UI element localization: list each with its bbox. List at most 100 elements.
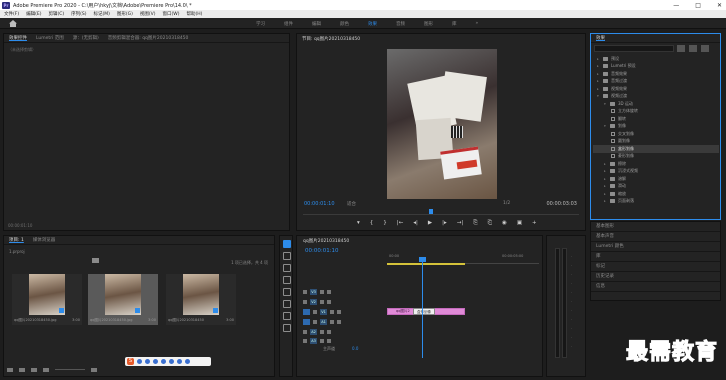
project-item[interactable]: qq图片20210318450.jpg 3:00 — [12, 274, 82, 325]
effects-folder[interactable]: ▾ 3D 运动 — [593, 100, 719, 108]
panel-markers[interactable]: 标记 — [591, 262, 720, 272]
program-scrub-bar[interactable] — [303, 209, 579, 215]
menu-sequence[interactable]: 序列(S) — [71, 11, 86, 17]
effects-folder[interactable]: ▸ 滑动 — [593, 183, 719, 191]
effects-folder[interactable]: ▸ 擦除 — [593, 160, 719, 168]
tab-lumetri-scopes[interactable]: Lumetri 范围 — [36, 35, 64, 41]
ime-voice-icon[interactable] — [161, 359, 166, 364]
ime-emoji-icon[interactable] — [153, 359, 158, 364]
sync-lock-icon[interactable] — [320, 290, 324, 294]
menu-window[interactable]: 窗口(W) — [163, 11, 180, 17]
effects-folder[interactable]: ▾ 视频过渡 — [593, 93, 719, 101]
track-label[interactable]: A1 — [320, 319, 327, 325]
track-label[interactable]: A3 — [310, 338, 317, 344]
ime-punctuation-icon[interactable] — [145, 359, 150, 364]
list-view-icon[interactable] — [19, 367, 25, 372]
track-label[interactable]: A2 — [310, 329, 317, 335]
effects-folder[interactable]: ▸ 缩放 — [593, 190, 719, 198]
effects-folder[interactable]: ▸ 音频效果 — [593, 70, 719, 78]
workspace-tab-editing[interactable]: 编辑 — [312, 21, 321, 27]
menu-edit[interactable]: 编辑(E) — [26, 11, 41, 17]
effects-folder[interactable]: ▸ 溶解 — [593, 175, 719, 183]
source-patch-icon[interactable] — [303, 319, 310, 325]
menu-graphics[interactable]: 图形(G) — [117, 11, 133, 17]
workspace-tab-audio[interactable]: 音频 — [396, 21, 405, 27]
workspace-tab-libraries[interactable]: 库 — [452, 21, 457, 27]
sequence-tab[interactable]: qq图片20210318450 — [303, 238, 349, 244]
minimize-button[interactable]: — — [673, 2, 679, 9]
playback-resolution-select[interactable]: 1/2 — [503, 201, 510, 206]
track-header[interactable]: V1 — [303, 308, 383, 316]
hand-tool-icon[interactable] — [283, 312, 291, 320]
input-method-toolbar[interactable]: S — [125, 357, 211, 366]
mute-icon[interactable] — [320, 339, 324, 343]
timeline-timecode[interactable]: 00:00:01:10 — [305, 248, 339, 254]
effects-folder[interactable]: ▸ 页面剥落 — [593, 198, 719, 206]
maximize-button[interactable]: □ — [695, 2, 701, 9]
menu-view[interactable]: 视图(V) — [140, 11, 156, 17]
sogou-icon[interactable]: S — [127, 358, 134, 365]
menu-help[interactable]: 帮助(H) — [186, 11, 202, 17]
effect-item[interactable]: 立方体旋转 — [593, 108, 719, 116]
project-item[interactable]: qq图片20210318450.jpg 3:00 — [88, 274, 158, 325]
effects-panel-title[interactable]: 效果 — [596, 35, 605, 41]
button-editor-button[interactable]: + — [532, 220, 537, 227]
go-to-out-button[interactable]: →| — [457, 220, 463, 227]
ime-skin-icon[interactable] — [177, 359, 182, 364]
selection-tool-icon[interactable] — [283, 240, 291, 248]
slip-tool-icon[interactable] — [283, 288, 291, 296]
ime-keyboard-icon[interactable] — [169, 359, 174, 364]
lock-icon[interactable] — [303, 290, 307, 294]
track-header[interactable]: V3 — [303, 288, 383, 296]
pen-tool-icon[interactable] — [283, 300, 291, 308]
effects-folder[interactable]: ▸ 音频过渡 — [593, 78, 719, 86]
transition-box-wipe[interactable]: 盒形划像 — [413, 308, 435, 315]
program-video-frame[interactable] — [387, 49, 497, 199]
project-item[interactable]: qq图片20210318450 3:00 — [166, 274, 236, 325]
sort-icons-icon[interactable] — [91, 367, 97, 372]
tab-project[interactable]: 项目: 1 — [9, 237, 24, 243]
step-forward-button[interactable]: |▸ — [442, 220, 447, 227]
add-marker-button[interactable]: ▾ — [357, 220, 360, 227]
timeline-playhead[interactable] — [419, 257, 426, 262]
menu-file[interactable]: 文件(F) — [4, 11, 19, 17]
effect-item[interactable]: 交叉划像 — [593, 130, 719, 138]
accelerated-effects-icon[interactable] — [677, 45, 685, 52]
zoom-level-select[interactable]: 适合 — [347, 201, 356, 207]
zoom-slider[interactable] — [55, 369, 85, 370]
export-frame-button[interactable]: ◉ — [502, 220, 507, 227]
effects-folder[interactable]: ▸ 沉浸式视频 — [593, 168, 719, 176]
comparison-view-button[interactable]: ▣ — [517, 220, 522, 227]
track-select-tool-icon[interactable] — [283, 252, 291, 260]
yuv-effects-icon[interactable] — [701, 45, 709, 52]
effects-folder[interactable]: ▸ Lumetri 预设 — [593, 63, 719, 71]
track-header[interactable]: A1 — [303, 318, 383, 326]
step-back-button[interactable]: ◂| — [413, 220, 418, 227]
sync-lock-icon[interactable] — [330, 310, 334, 314]
menu-clip[interactable]: 剪辑(C) — [48, 11, 64, 17]
effect-item[interactable]: 盒形划像 — [593, 145, 719, 153]
tab-audio-clip-mixer[interactable]: 音频剪辑混合器: qq图片20210318450 — [108, 35, 189, 41]
workspace-tab-color[interactable]: 颜色 — [340, 21, 349, 27]
effect-item[interactable]: 圆划像 — [593, 138, 719, 146]
lift-button[interactable]: ⎘ — [473, 220, 477, 227]
solo-icon[interactable] — [327, 330, 331, 334]
panel-libraries[interactable]: 库 — [591, 252, 720, 262]
effects-folder[interactable]: ▾ 划像 — [593, 123, 719, 131]
tab-effect-controls[interactable]: 效果控件 — [9, 35, 27, 41]
panel-lumetri-color[interactable]: Lumetri 颜色 — [591, 242, 720, 252]
track-label[interactable]: V3 — [310, 289, 317, 295]
workspace-tab-learn[interactable]: 学习 — [256, 21, 265, 27]
lock-icon[interactable] — [313, 310, 317, 314]
eye-icon[interactable] — [337, 310, 341, 314]
lock-icon[interactable] — [303, 330, 307, 334]
program-playhead[interactable] — [429, 209, 433, 214]
write-lock-icon[interactable] — [7, 367, 13, 372]
track-header[interactable]: A2 — [303, 328, 383, 336]
mute-icon[interactable] — [330, 320, 334, 324]
new-bin-icon[interactable] — [92, 258, 99, 263]
menu-marker[interactable]: 标记(M) — [94, 11, 110, 17]
type-tool-icon[interactable] — [283, 324, 291, 332]
lock-icon[interactable] — [303, 339, 307, 343]
tab-media-browser[interactable]: 媒体浏览器 — [33, 237, 56, 243]
